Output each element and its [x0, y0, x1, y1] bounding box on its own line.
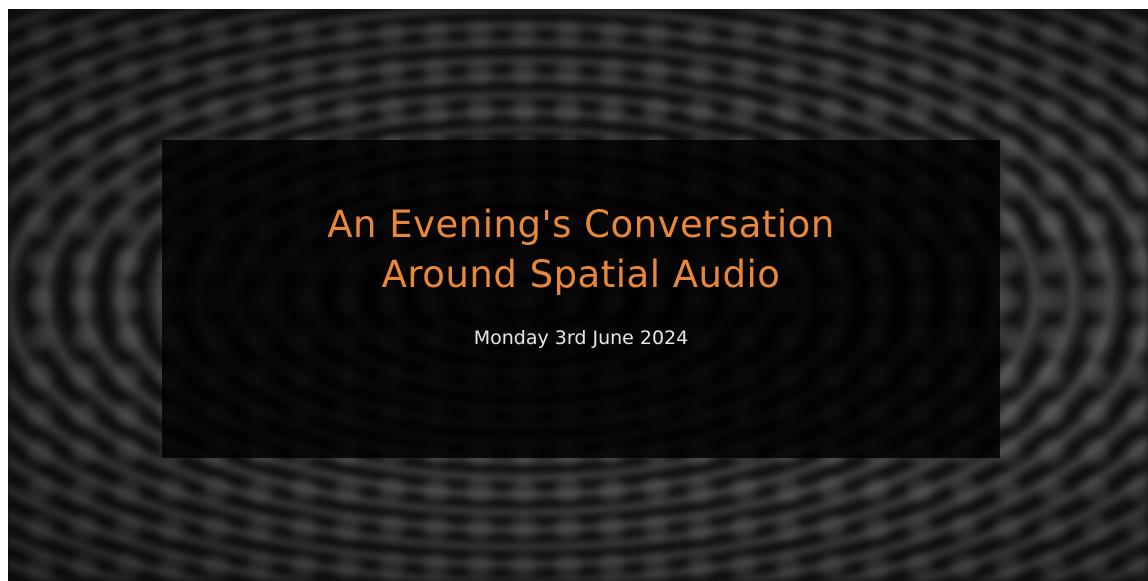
event-date: Monday 3rd June 2024 — [473, 327, 689, 349]
event-title-line-1: An Evening's Conversation — [327, 203, 835, 246]
title-box: An Evening's Conversation Around Spatial… — [162, 140, 1000, 458]
event-title-line-2: Around Spatial Audio — [381, 253, 781, 296]
event-banner: An Evening's Conversation Around Spatial… — [8, 9, 1148, 581]
